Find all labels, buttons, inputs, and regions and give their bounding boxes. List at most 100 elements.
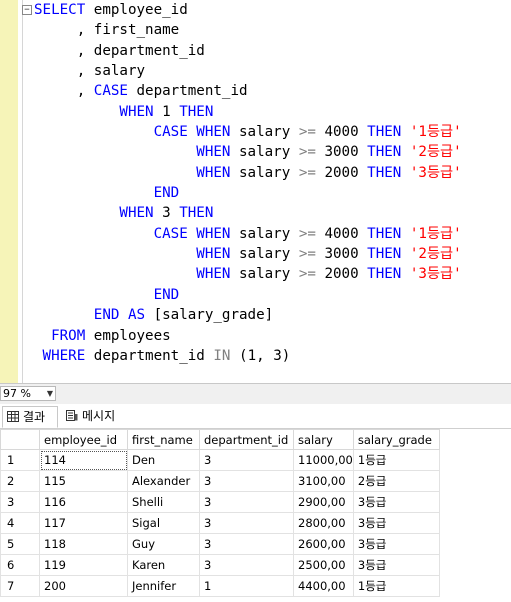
table-cell[interactable]: 4400,00 <box>293 575 354 597</box>
chevron-down-icon[interactable]: ▼ <box>47 387 53 400</box>
table-cell[interactable]: 3등급 <box>352 533 440 555</box>
sql-operator: >= <box>298 144 316 161</box>
table-cell[interactable]: 1 <box>199 575 294 597</box>
code-line[interactable]: , salary <box>34 61 462 81</box>
sql-text: 3 <box>153 205 180 222</box>
code-line[interactable] <box>34 366 462 383</box>
code-line[interactable]: , department_id <box>34 41 462 61</box>
sql-keyword: CASE <box>93 83 128 100</box>
code-line[interactable]: CASE WHEN salary >= 4000 THEN '1등급' <box>34 122 462 142</box>
table-cell[interactable]: 200 <box>39 575 128 597</box>
code-line[interactable]: WHEN 3 THEN <box>34 203 462 223</box>
table-cell[interactable]: 3등급 <box>352 491 440 513</box>
table-cell[interactable]: 119 <box>39 554 128 576</box>
sql-operator: IN <box>213 347 231 364</box>
row-number[interactable]: 6 <box>0 554 40 576</box>
header-row: employee_id first_name department_id salary… <box>0 429 440 450</box>
code-line[interactable]: WHEN salary >= 2000 THEN '3등급' <box>34 264 461 284</box>
table-row[interactable]: 1 114 Den 3 11000,00 1등급 <box>0 449 440 471</box>
code-line[interactable]: , CASE department_id <box>34 81 462 101</box>
table-cell[interactable]: 3등급 <box>352 554 440 576</box>
table-cell[interactable]: 116 <box>39 491 128 513</box>
sql-text: 3000 <box>315 246 368 263</box>
code-line[interactable]: CASE WHEN salary >= 4000 THEN '1등급' <box>34 224 462 244</box>
code-line[interactable]: , first_name <box>34 20 462 40</box>
table-row[interactable]: 3 116 Shelli 3 2900,00 3등급 <box>0 491 440 513</box>
code-line[interactable]: WHERE department_id IN (1, 3) <box>34 346 462 366</box>
code-line[interactable]: SELECT employee_id <box>34 0 462 20</box>
table-cell[interactable]: 2900,00 <box>293 491 354 513</box>
table-row[interactable]: 6 119 Karen 3 2500,00 3등급 <box>0 554 440 576</box>
table-cell[interactable]: 2500,00 <box>293 554 354 576</box>
table-cell[interactable]: 2600,00 <box>293 533 354 555</box>
table-cell[interactable]: Karen <box>127 554 200 576</box>
table-cell[interactable]: 1등급 <box>352 449 440 471</box>
tab-messages[interactable]: 메시지 <box>62 406 128 428</box>
table-cell[interactable]: 3등급 <box>352 512 440 534</box>
code-line[interactable]: FROM employees <box>34 326 462 346</box>
table-cell[interactable]: Den <box>127 449 200 471</box>
zoom-select[interactable]: 97 % ▼ <box>0 386 56 401</box>
code-line[interactable]: WHEN salary >= 2000 THEN '3등급' <box>34 163 461 183</box>
table-cell[interactable]: 3 <box>199 491 294 513</box>
table-cell[interactable]: 11000,00 <box>293 449 354 471</box>
code-line[interactable]: END <box>34 183 462 203</box>
sql-editor[interactable]: − SELECT employee_id , first_name , depa… <box>0 0 511 383</box>
column-header[interactable]: first_name <box>127 429 200 450</box>
collapse-toggle-icon[interactable]: − <box>22 5 32 15</box>
sql-keyword: WHEN <box>196 266 231 283</box>
table-cell[interactable]: 2800,00 <box>293 512 354 534</box>
row-number[interactable]: 5 <box>0 533 40 555</box>
row-number[interactable]: 4 <box>0 512 40 534</box>
table-cell[interactable]: Guy <box>127 533 200 555</box>
table-cell[interactable]: 1등급 <box>352 575 440 597</box>
column-header[interactable]: salary_grade <box>352 429 440 450</box>
zoom-bar: 97 % ▼ <box>0 383 511 404</box>
sql-keyword: END <box>153 286 180 303</box>
row-number[interactable]: 1 <box>0 449 40 471</box>
table-row[interactable]: 2 115 Alexander 3 3100,00 2등급 <box>0 470 440 492</box>
table-cell[interactable]: 3 <box>199 449 294 471</box>
column-header[interactable]: employee_id <box>39 429 128 450</box>
row-number[interactable]: 2 <box>0 470 40 492</box>
change-tracking-margin <box>0 0 18 383</box>
table-row[interactable]: 7 200 Jennifer 1 4400,00 1등급 <box>0 575 440 597</box>
code-line[interactable]: END AS [salary_grade] <box>34 305 462 325</box>
column-header[interactable]: salary <box>293 429 354 450</box>
table-cell[interactable]: 3 <box>199 554 294 576</box>
sql-code[interactable]: SELECT employee_id , first_name , depart… <box>34 0 462 383</box>
code-line[interactable]: WHEN salary >= 3000 THEN '2등급' <box>34 244 462 264</box>
table-cell[interactable]: 2등급 <box>352 470 440 492</box>
table-cell[interactable]: 3 <box>199 533 294 555</box>
tab-results[interactable]: 결과 <box>2 406 58 428</box>
table-cell[interactable]: 118 <box>39 533 128 555</box>
table-cell[interactable]: 117 <box>39 512 128 534</box>
code-line[interactable]: END <box>34 285 462 305</box>
sql-text: , department_id <box>34 42 205 59</box>
table-cell[interactable]: 114 <box>39 449 128 471</box>
outline-margin-line <box>22 0 23 383</box>
row-number[interactable]: 7 <box>0 575 40 597</box>
row-number[interactable]: 3 <box>0 491 40 513</box>
sql-string: '2등급' <box>409 246 462 263</box>
table-cell[interactable]: Shelli <box>127 491 200 513</box>
table-cell[interactable]: 115 <box>39 470 128 492</box>
table-row[interactable]: 4 117 Sigal 3 2800,00 3등급 <box>0 512 440 534</box>
code-line[interactable]: WHEN 1 THEN <box>34 102 462 122</box>
table-cell[interactable]: Sigal <box>127 512 200 534</box>
table-cell[interactable]: 3100,00 <box>293 470 354 492</box>
column-header[interactable]: department_id <box>199 429 294 450</box>
table-cell[interactable]: 3 <box>199 470 294 492</box>
table-row[interactable]: 5 118 Guy 3 2600,00 3등급 <box>0 533 440 555</box>
table-cell[interactable]: Alexander <box>127 470 200 492</box>
table-cell[interactable]: 3 <box>199 512 294 534</box>
grid-corner[interactable] <box>0 429 40 450</box>
table-cell[interactable]: Jennifer <box>127 575 200 597</box>
results-grid[interactable]: employee_id first_name department_id salary… <box>0 429 511 602</box>
code-line[interactable]: WHEN salary >= 3000 THEN '2등급' <box>34 142 461 162</box>
sql-string: '1등급' <box>409 124 462 141</box>
